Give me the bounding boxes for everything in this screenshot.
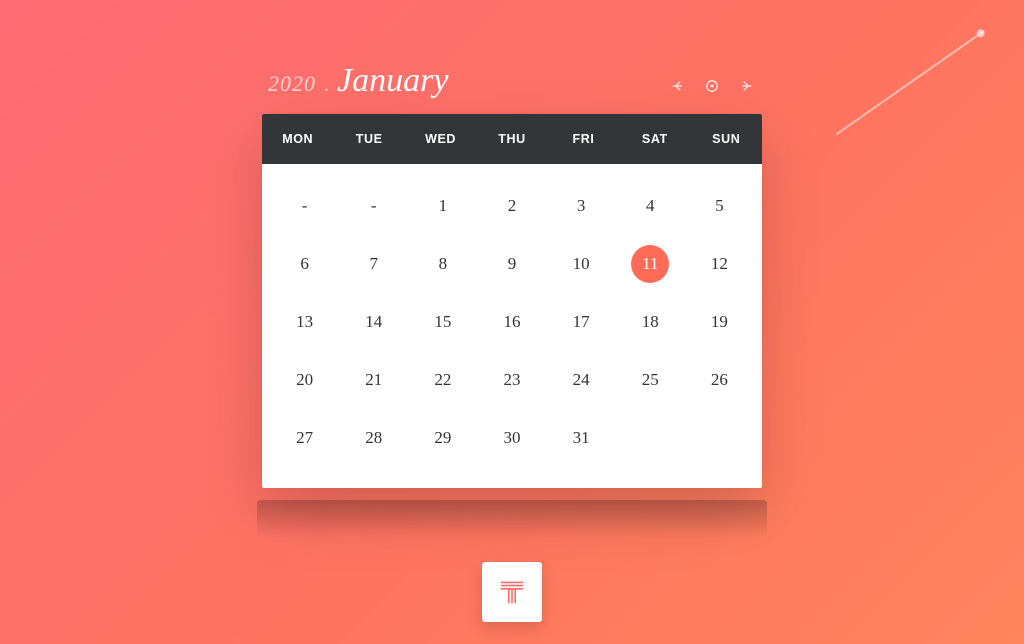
day-cell[interactable]: 6 [270, 244, 339, 284]
day-cell[interactable]: 16 [477, 302, 546, 342]
day-cell[interactable]: 20 [270, 360, 339, 400]
calendar-widget: 2020 . January MON TUE WED THU FRI SAT S… [262, 62, 762, 488]
days-grid: --12345678910111213141516171819202122232… [262, 164, 762, 488]
day-cell[interactable]: 12 [685, 244, 754, 284]
year-label: 2020 [268, 71, 316, 97]
day-cell[interactable]: 2 [477, 186, 546, 226]
today-button[interactable] [702, 76, 722, 96]
day-cell[interactable]: 30 [477, 418, 546, 458]
weekday-label: THU [476, 114, 547, 164]
day-cell[interactable]: 9 [477, 244, 546, 284]
day-cell[interactable]: 25 [616, 360, 685, 400]
card-slot-shadow [257, 500, 767, 538]
day-cell[interactable]: 3 [547, 186, 616, 226]
calendar-title: 2020 . January [268, 62, 448, 100]
day-cell[interactable]: 14 [339, 302, 408, 342]
decorative-line [836, 30, 985, 135]
day-cell[interactable]: 24 [547, 360, 616, 400]
weekday-label: MON [262, 114, 333, 164]
weekday-label: TUE [333, 114, 404, 164]
month-label: January [337, 62, 448, 100]
day-cell[interactable]: 21 [339, 360, 408, 400]
day-cell[interactable]: 22 [408, 360, 477, 400]
day-cell[interactable]: 27 [270, 418, 339, 458]
logo-t-icon [496, 576, 528, 608]
day-cell[interactable]: 29 [408, 418, 477, 458]
target-icon [703, 77, 721, 95]
day-cell[interactable]: 5 [685, 186, 754, 226]
empty-day-cell: - [270, 186, 339, 226]
day-cell[interactable]: 26 [685, 360, 754, 400]
next-month-button[interactable] [736, 76, 756, 96]
weekday-label: FRI [548, 114, 619, 164]
weekday-label: SUN [691, 114, 762, 164]
weekday-label: SAT [619, 114, 690, 164]
arrow-left-icon [669, 77, 687, 95]
logo-badge [482, 562, 542, 622]
calendar-header: 2020 . January [262, 62, 762, 114]
day-cell[interactable]: 1 [408, 186, 477, 226]
day-cell[interactable]: 11 [616, 244, 685, 284]
day-cell[interactable]: 13 [270, 302, 339, 342]
day-cell[interactable]: 28 [339, 418, 408, 458]
day-cell[interactable]: 8 [408, 244, 477, 284]
empty-day-cell: - [339, 186, 408, 226]
day-cell[interactable]: 10 [547, 244, 616, 284]
weekday-label: WED [405, 114, 476, 164]
weekday-header-row: MON TUE WED THU FRI SAT SUN [262, 114, 762, 164]
calendar-card: MON TUE WED THU FRI SAT SUN --1234567891… [262, 114, 762, 488]
day-cell[interactable]: 4 [616, 186, 685, 226]
day-cell[interactable]: 31 [547, 418, 616, 458]
day-cell[interactable]: 19 [685, 302, 754, 342]
day-cell[interactable]: 17 [547, 302, 616, 342]
title-separator: . [324, 74, 329, 97]
day-cell[interactable]: 18 [616, 302, 685, 342]
prev-month-button[interactable] [668, 76, 688, 96]
day-cell[interactable]: 7 [339, 244, 408, 284]
day-cell[interactable]: 23 [477, 360, 546, 400]
day-cell[interactable]: 15 [408, 302, 477, 342]
calendar-nav [668, 76, 756, 100]
arrow-right-icon [737, 77, 755, 95]
